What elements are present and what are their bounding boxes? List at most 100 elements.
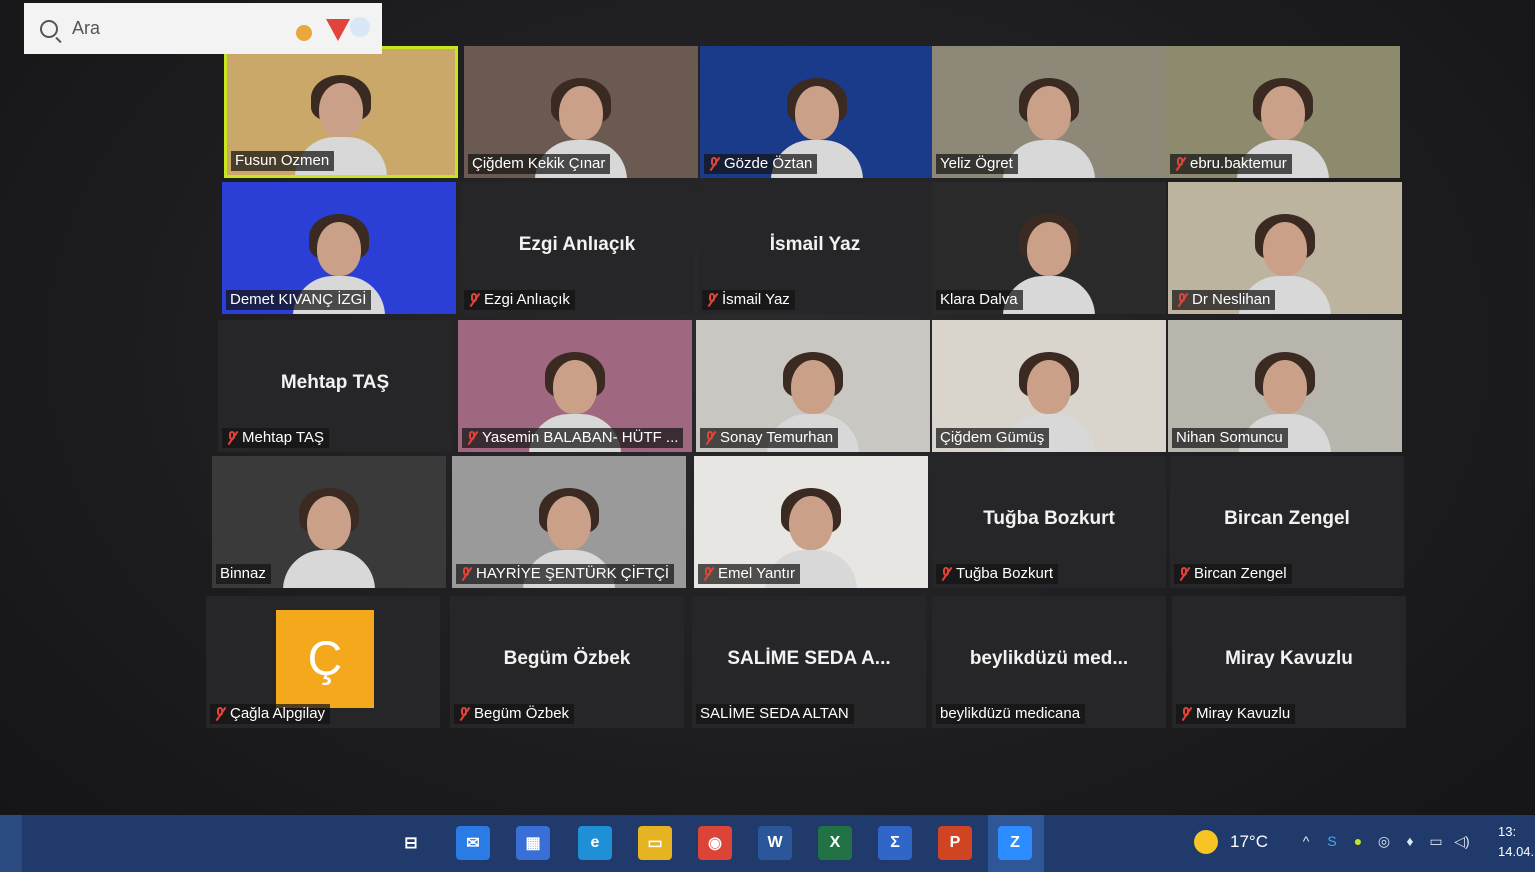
participant-name: Klara Dalva [940, 291, 1018, 308]
search-highlight-icon [296, 17, 370, 41]
participant-name-label: Tuğba Bozkurt [936, 564, 1058, 584]
chrome-icon[interactable]: ◉ [698, 826, 732, 860]
speaker-icon[interactable]: ◁) [1454, 833, 1470, 849]
participant-name-label: Sonay Temurhan [700, 428, 839, 448]
participant-tile[interactable]: Yasemin BALABAN- HÜTF ... [458, 320, 692, 452]
participant-tile[interactable]: Fusun Ozmen [224, 46, 458, 178]
network-icon[interactable]: ▭ [1428, 833, 1444, 849]
participant-display-name: beylikdüzü med... [969, 648, 1129, 669]
participant-name: Tuğba Bozkurt [956, 565, 1053, 582]
participant-tile[interactable]: Bircan Zengel Bircan Zengel [1170, 456, 1404, 588]
participant-name: Binnaz [220, 565, 266, 582]
participant-display-name: Tuğba Bozkurt [983, 508, 1115, 529]
participant-name-label: Demet KIVANÇ İZGİ [226, 290, 372, 310]
participant-tile[interactable]: Miray Kavuzlu Miray Kavuzlu [1172, 596, 1406, 728]
participant-name-label: Çiğdem Kekik Çınar [468, 154, 611, 174]
mail-icon[interactable]: ✉ [456, 826, 490, 860]
participant-display-name: Miray Kavuzlu [1225, 648, 1353, 669]
participant-name-label: İsmail Yaz [702, 290, 795, 310]
mic-muted-icon [466, 430, 478, 445]
participant-display-name: Ezgi Anlıaçık [518, 234, 636, 255]
temperature: 17°C [1230, 832, 1268, 851]
participant-tile[interactable]: Yeliz Ögret [932, 46, 1166, 178]
participant-tile[interactable]: Tuğba Bozkurt Tuğba Bozkurt [932, 456, 1166, 588]
participant-name: Çağla Alpgilay [230, 705, 326, 722]
clock[interactable]: 13: 14.04. [1498, 822, 1534, 862]
participant-name: Mehtap TAŞ [242, 429, 324, 446]
participant-tile[interactable]: İsmail Yaz İsmail Yaz [698, 182, 932, 314]
participant-name: Begüm Özbek [474, 705, 570, 722]
participant-name: Miray Kavuzlu [1196, 705, 1291, 722]
video-grid: Fusun Ozmen Çiğdem Kekik Çınar Gözde Öztan… [0, 0, 1535, 815]
participant-tile[interactable]: Sonay Temurhan [696, 320, 930, 452]
participant-tile[interactable]: Klara Dalva [932, 182, 1166, 314]
mic-muted-icon [706, 292, 718, 307]
participant-name-label: Klara Dalva [936, 290, 1023, 310]
participant-name: Bircan Zengel [1194, 565, 1287, 582]
participant-tile[interactable]: Çiğdem Gümüş [932, 320, 1166, 452]
participant-tile[interactable]: ebru.baktemur [1166, 46, 1400, 178]
participant-tile[interactable]: HAYRİYE ŞENTÜRK ÇİFTÇİ [452, 456, 686, 588]
mic-muted-icon [704, 430, 716, 445]
participant-name-label: Nihan Somuncu [1172, 428, 1288, 448]
participant-tile[interactable]: Gözde Öztan [700, 46, 934, 178]
participant-name: Fusun Ozmen [235, 152, 330, 169]
participant-name-label: ebru.baktemur [1170, 154, 1292, 174]
participant-name: Yeliz Ögret [940, 155, 1013, 172]
system-tray: ^ S ● ◎ ♦ ▭ ◁) [1298, 833, 1470, 849]
participant-figure [283, 488, 375, 588]
clock-date: 14.04. [1498, 844, 1535, 859]
weather-widget[interactable]: 17°C [1194, 830, 1268, 854]
participant-tile[interactable]: Ç Çağla Alpgilay [206, 596, 440, 728]
mic-muted-icon [226, 430, 238, 445]
participant-name: İsmail Yaz [722, 291, 790, 308]
participant-name: HAYRİYE ŞENTÜRK ÇİFTÇİ [476, 565, 670, 582]
chevron-up-icon[interactable]: ^ [1298, 833, 1314, 849]
participant-tile[interactable]: Begüm Özbek Begüm Özbek [450, 596, 684, 728]
participant-tile[interactable]: Mehtap TAŞ Mehtap TAŞ [218, 320, 452, 452]
status-icon[interactable]: ● [1350, 833, 1366, 849]
participant-tile[interactable]: beylikdüzü med... beylikdüzü medicana [932, 596, 1166, 728]
participant-tile[interactable]: Ezgi Anlıaçık Ezgi Anlıaçık [460, 182, 694, 314]
search-placeholder: Ara [72, 18, 101, 38]
participant-name-label: Binnaz [216, 564, 271, 584]
participant-name-label: Gözde Öztan [704, 154, 818, 174]
participant-display-name: Begüm Özbek [503, 648, 631, 669]
skype-icon[interactable]: S [1324, 833, 1340, 849]
taskbar-search-box[interactable]: Ara [24, 3, 382, 54]
participant-name: SALİME SEDA ALTAN [700, 705, 849, 722]
participant-name-label: SALİME SEDA ALTAN [696, 704, 854, 724]
participant-name: Ezgi Anlıaçık [484, 291, 570, 308]
powerpoint-icon[interactable]: P [938, 826, 972, 860]
sun-icon [1194, 830, 1218, 854]
edge-icon[interactable]: e [578, 826, 612, 860]
participant-name-label: Begüm Özbek [454, 704, 575, 724]
start-button[interactable] [0, 815, 22, 872]
store-icon[interactable]: ▦ [516, 826, 550, 860]
participant-tile[interactable]: Çiğdem Kekik Çınar [464, 46, 698, 178]
sigma-icon[interactable]: Σ [878, 826, 912, 860]
mic-muted-icon [1178, 566, 1190, 581]
participant-name-label: Emel Yantır [698, 564, 800, 584]
word-icon[interactable]: W [758, 826, 792, 860]
camera-icon[interactable]: ◎ [1376, 833, 1392, 849]
microphone-icon[interactable]: ♦ [1402, 833, 1418, 849]
mic-muted-icon [1180, 706, 1192, 721]
task-view-icon[interactable]: ⊟ [394, 826, 428, 860]
clock-time: 13: [1498, 824, 1517, 839]
excel-icon[interactable]: X [818, 826, 852, 860]
participant-name: Çiğdem Gümüş [940, 429, 1045, 446]
participant-name-label: Çağla Alpgilay [210, 704, 331, 724]
participant-tile[interactable]: Nihan Somuncu [1168, 320, 1402, 452]
participant-tile[interactable]: SALİME SEDA A... SALİME SEDA ALTAN [692, 596, 926, 728]
participant-name: Çiğdem Kekik Çınar [472, 155, 606, 172]
participant-name-label: Çiğdem Gümüş [936, 428, 1050, 448]
participant-tile[interactable]: Binnaz [212, 456, 446, 588]
participant-tile[interactable]: Demet KIVANÇ İZGİ [222, 182, 456, 314]
participant-name: Nihan Somuncu [1176, 429, 1283, 446]
file-explorer-icon[interactable]: ▭ [638, 826, 672, 860]
participant-tile[interactable]: Dr Neslihan [1168, 182, 1402, 314]
participant-name-label: Miray Kavuzlu [1176, 704, 1296, 724]
participant-tile[interactable]: Emel Yantır [694, 456, 928, 588]
zoom-icon[interactable]: Z [998, 826, 1032, 860]
